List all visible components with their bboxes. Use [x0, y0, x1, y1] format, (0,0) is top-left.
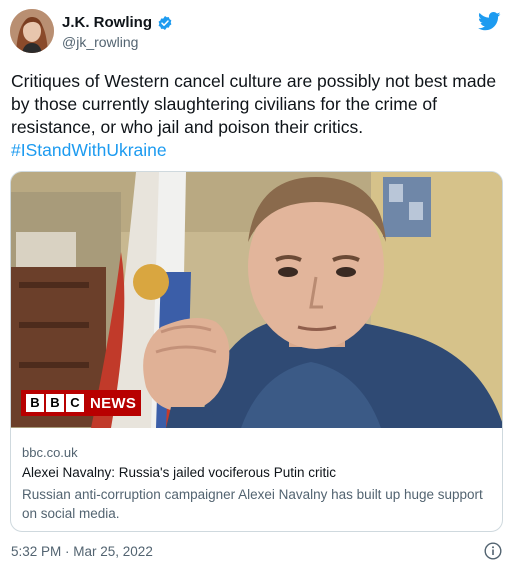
card-image[interactable]: B B C NEWS [11, 172, 502, 428]
tweet: J.K. Rowling @jk_rowling Critiques of We… [0, 0, 516, 568]
author-name[interactable]: J.K. Rowling [62, 14, 152, 31]
info-icon[interactable] [484, 542, 502, 560]
bbc-news-badge: B B C NEWS [21, 390, 142, 416]
card-domain: bbc.co.uk [22, 445, 78, 460]
author-name-row: J.K. Rowling [62, 14, 173, 31]
tweet-timestamp[interactable]: 5:32 PM · Mar 25, 2022 [11, 544, 153, 559]
hashtag-link[interactable]: #IStandWithUkraine [11, 139, 506, 162]
bbc-letter: B [26, 394, 44, 412]
bbc-letter: B [46, 394, 64, 412]
tweet-body: Critiques of Western cancel culture are … [11, 71, 497, 137]
bbc-news-label: NEWS [90, 394, 137, 412]
card-title[interactable]: Alexei Navalny: Russia's jailed vocifero… [22, 465, 492, 480]
tweet-text: Critiques of Western cancel culture are … [11, 70, 506, 162]
card-description: Russian anti-corruption campaigner Alexe… [22, 487, 483, 521]
bbc-letter: C [66, 394, 84, 412]
author-handle[interactable]: @jk_rowling [62, 34, 138, 50]
avatar[interactable] [10, 9, 54, 53]
link-card[interactable]: B B C NEWS bbc.co.uk Alexei Navalny: Rus… [10, 171, 503, 532]
verified-badge-icon [157, 15, 173, 31]
twitter-bird-icon[interactable] [478, 12, 501, 31]
